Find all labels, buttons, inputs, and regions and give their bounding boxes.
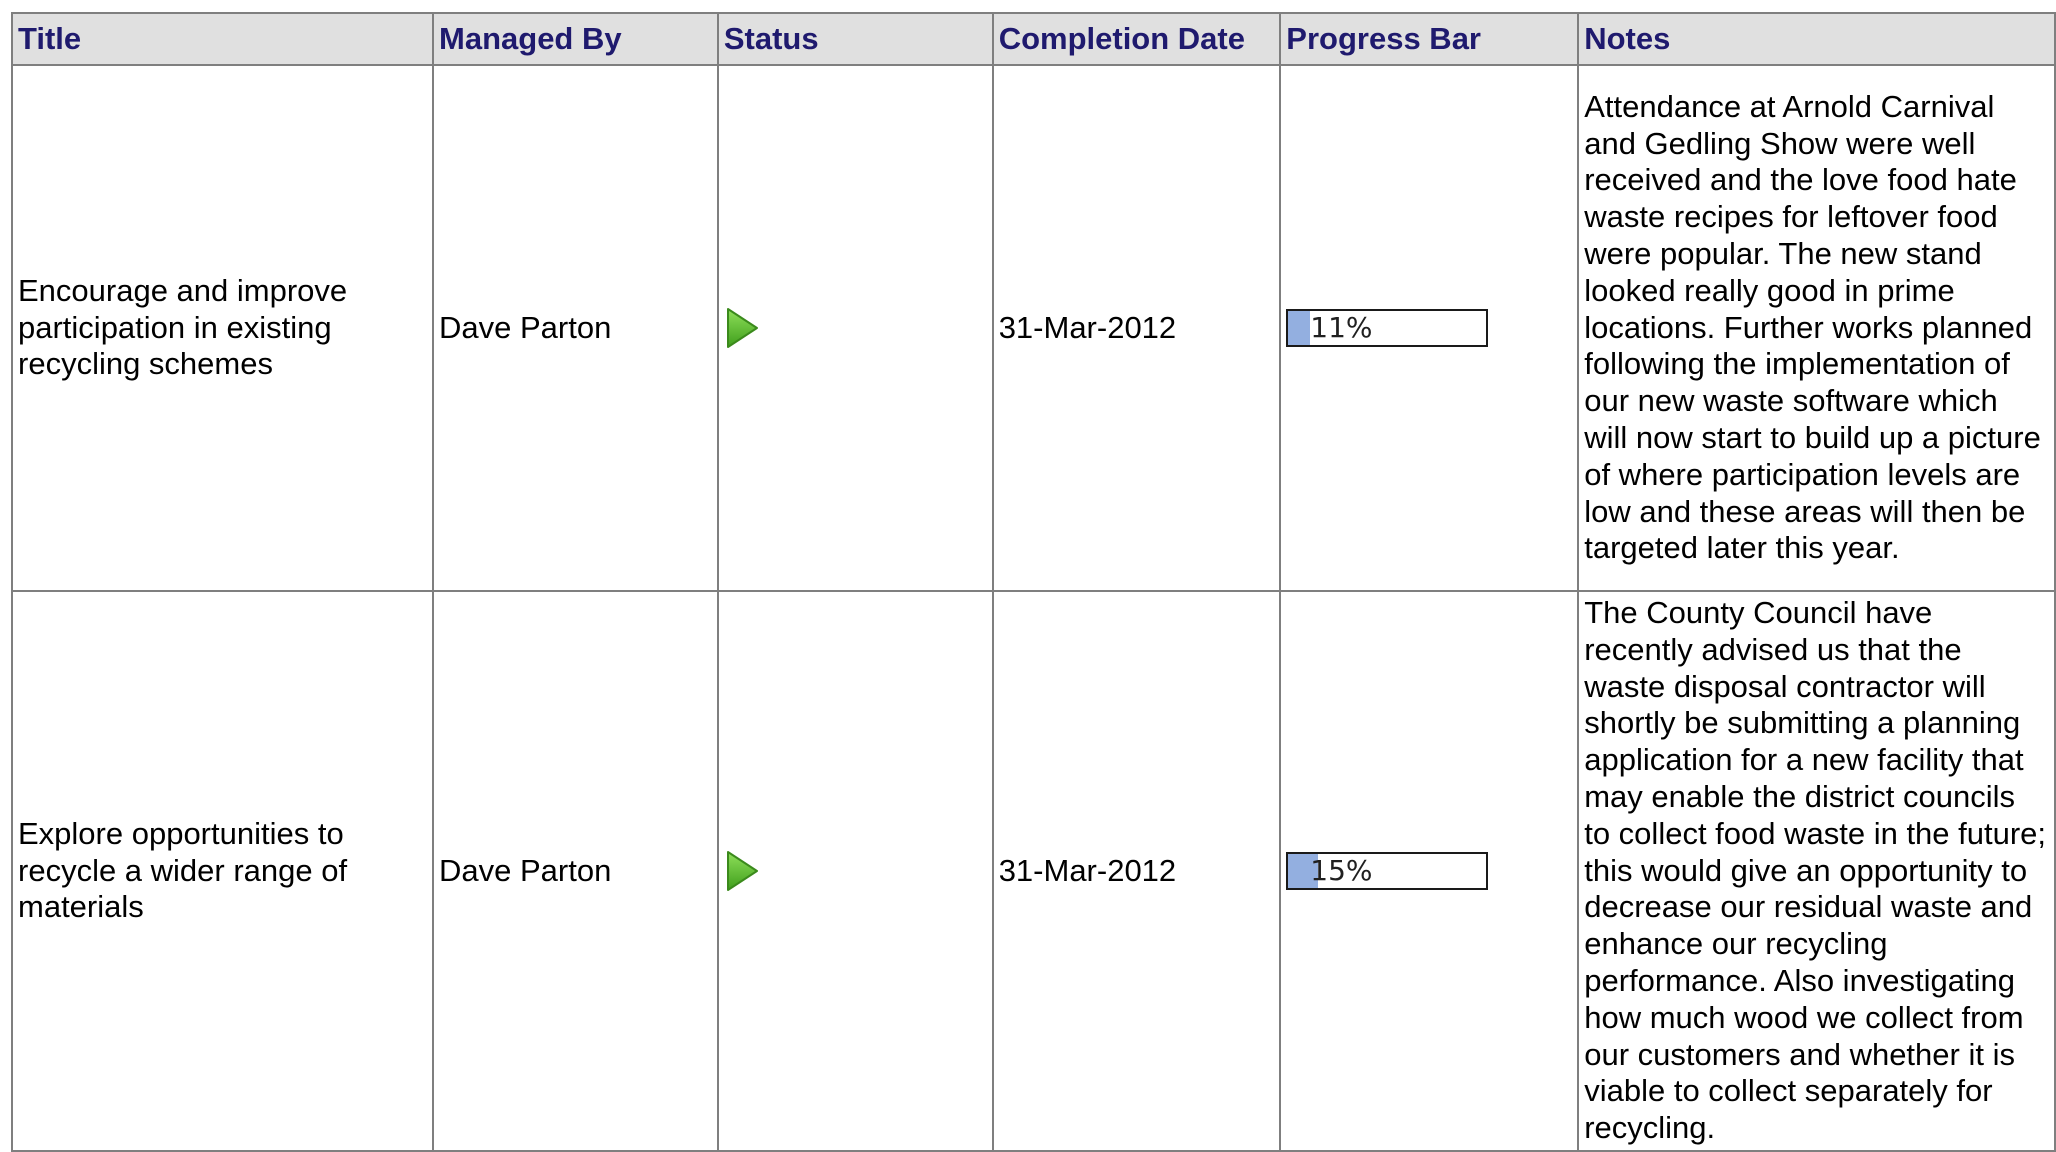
column-header-completion-date[interactable]: Completion Date [991, 12, 1282, 66]
progress-bar: 11% [1286, 309, 1489, 347]
column-header-notes[interactable]: Notes [1577, 12, 2056, 66]
row-status [716, 590, 994, 1152]
row-completion-date: 31-Mar-2012 [991, 64, 1282, 592]
row-title: Encourage and improve participation in e… [10, 64, 435, 592]
row-progress: 11% [1279, 64, 1580, 592]
row-managed-by: Dave Parton [432, 64, 719, 592]
row-managed-by: Dave Parton [432, 590, 719, 1152]
row-progress: 15% [1279, 590, 1580, 1152]
column-header-status[interactable]: Status [716, 12, 994, 66]
green-play-arrow-icon [726, 851, 758, 891]
row-notes: The County Council have recently advised… [1577, 590, 2056, 1152]
progress-label: 11% [1310, 311, 1373, 344]
column-header-managed-by[interactable]: Managed By [432, 12, 719, 66]
column-header-title[interactable]: Title [10, 12, 435, 66]
table-row: Explore opportunities to recycle a wider… [10, 590, 2056, 1152]
green-play-arrow-icon [726, 308, 758, 348]
row-title: Explore opportunities to recycle a wider… [10, 590, 435, 1152]
progress-label: 15% [1310, 854, 1373, 887]
row-notes: Attendance at Arnold Carnival and Gedlin… [1577, 64, 2056, 592]
table-header-row: Title Managed By Status Completion Date … [10, 12, 2056, 66]
table-row: Encourage and improve participation in e… [10, 64, 2056, 592]
page: Title Managed By Status Completion Date … [0, 0, 2056, 1152]
actions-table: Title Managed By Status Completion Date … [10, 12, 2056, 1152]
column-header-progress-bar[interactable]: Progress Bar [1279, 12, 1580, 66]
progress-bar: 15% [1286, 852, 1489, 890]
row-status [716, 64, 994, 592]
row-completion-date: 31-Mar-2012 [991, 590, 1282, 1152]
progress-fill [1288, 311, 1311, 345]
